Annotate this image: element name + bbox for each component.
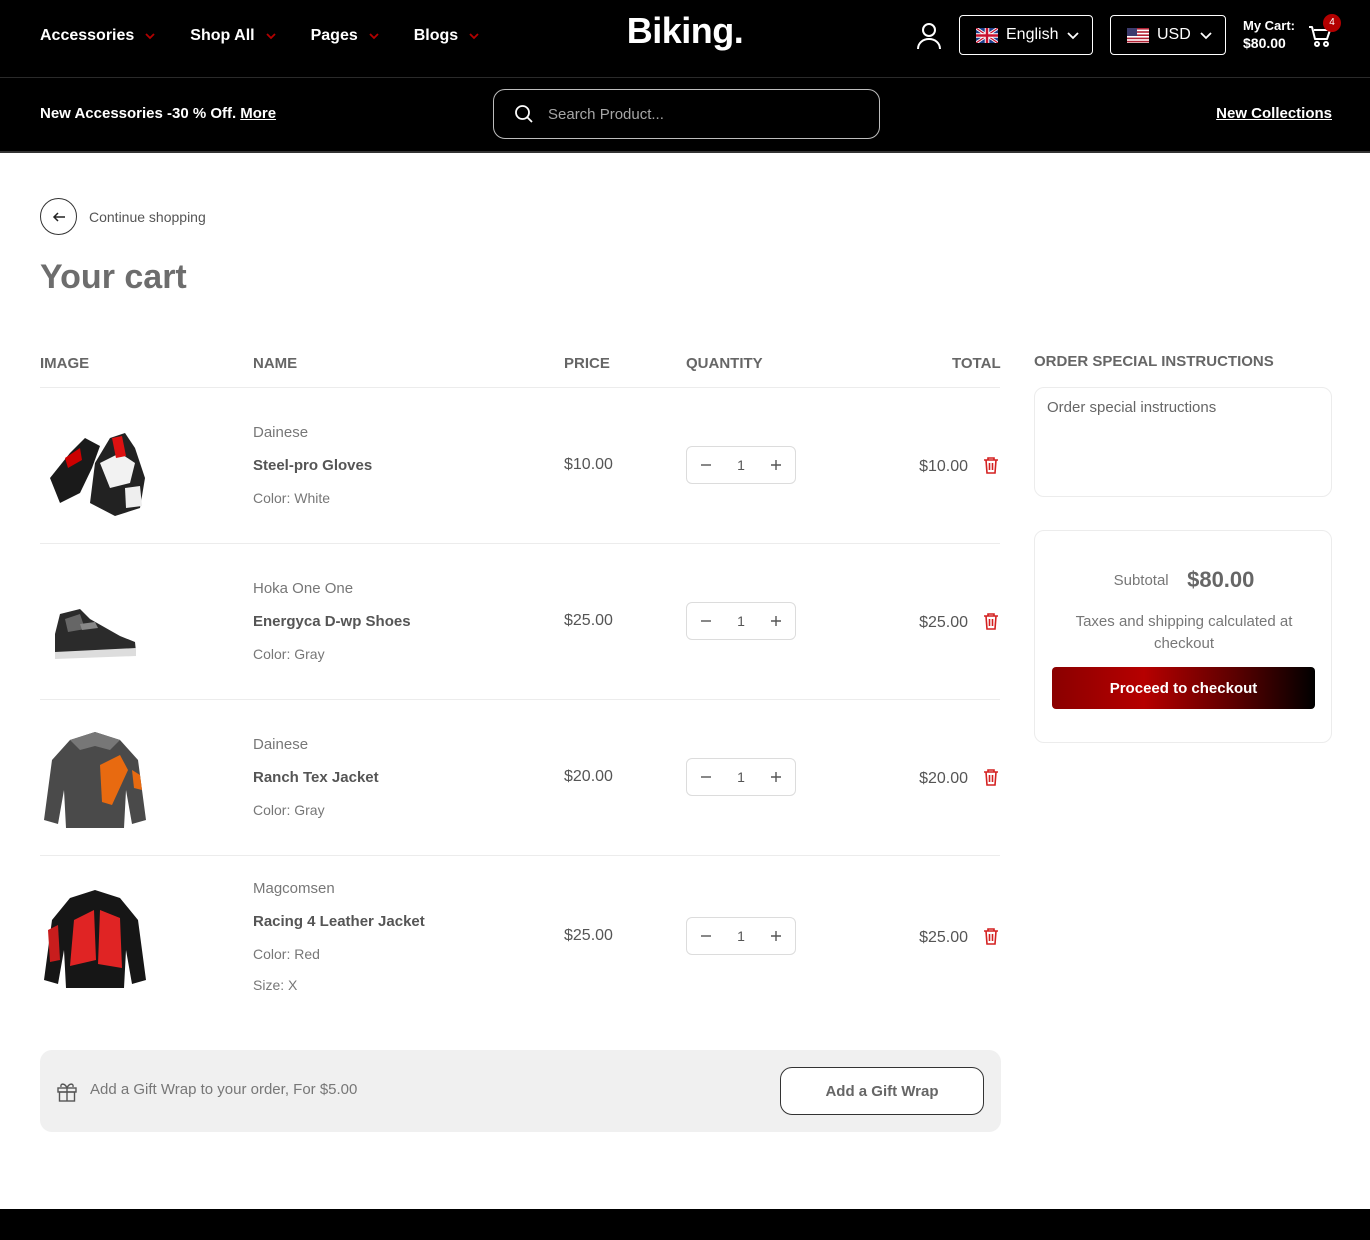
user-icon[interactable]	[916, 22, 942, 50]
trash-icon[interactable]	[982, 927, 1000, 945]
footer	[0, 1209, 1370, 1240]
quantity-value[interactable]: 1	[737, 928, 745, 944]
product-price: $25.00	[564, 927, 613, 944]
product-size: Size: X	[253, 977, 298, 993]
promo-more-link[interactable]: More	[240, 105, 276, 122]
product-price: $10.00	[564, 456, 613, 473]
chevron-down-icon	[469, 33, 479, 40]
instructions-title: ORDER SPECIAL INSTRUCTIONS	[1034, 353, 1274, 370]
cart-summary[interactable]: My Cart: $80.00	[1243, 18, 1295, 52]
minus-icon[interactable]	[699, 614, 713, 628]
col-header-name: NAME	[253, 355, 298, 372]
line-total: $25.00	[919, 614, 968, 631]
product-price: $20.00	[564, 768, 613, 785]
us-flag-icon	[1127, 27, 1149, 43]
table-row: Magcomsen Racing 4 Leather Jacket Color:…	[40, 856, 1000, 1026]
product-image-jacket[interactable]	[40, 720, 152, 832]
product-color: Color: Red	[253, 946, 320, 962]
table-row: Hoka One One Energyca D-wp Shoes Color: …	[40, 544, 1000, 700]
chevron-down-icon	[1200, 32, 1212, 40]
add-gift-wrap-button[interactable]: Add a Gift Wrap	[780, 1067, 984, 1115]
product-color: Color: Gray	[253, 646, 325, 662]
line-total: $10.00	[919, 458, 968, 475]
language-select[interactable]: English	[959, 15, 1093, 55]
page-title: Your cart	[40, 258, 187, 296]
product-brand: Magcomsen	[253, 880, 335, 897]
order-summary: Subtotal $80.00 Taxes and shipping calcu…	[1034, 530, 1332, 743]
product-color: Color: Gray	[253, 802, 325, 818]
cart-count-badge: 4	[1323, 14, 1341, 32]
product-image-leather-jacket[interactable]	[40, 880, 152, 992]
product-brand: Hoka One One	[253, 580, 354, 597]
product-price: $25.00	[564, 612, 613, 629]
plus-icon[interactable]	[769, 614, 783, 628]
product-name[interactable]: Racing 4 Leather Jacket	[253, 913, 425, 930]
quantity-stepper: 1	[686, 446, 796, 484]
product-brand: Dainese	[253, 736, 309, 753]
plus-icon[interactable]	[769, 929, 783, 943]
chevron-down-icon	[1067, 32, 1079, 40]
gift-wrap-text: Add a Gift Wrap to your order, For $5.00	[90, 1081, 358, 1098]
trash-icon[interactable]	[982, 612, 1000, 630]
col-header-quantity: QUANTITY	[686, 355, 763, 372]
search-icon	[515, 105, 533, 123]
trash-icon[interactable]	[982, 456, 1000, 474]
line-total: $20.00	[919, 770, 968, 787]
quantity-stepper: 1	[686, 758, 796, 796]
subtotal-label: Subtotal	[1113, 571, 1169, 589]
quantity-value[interactable]: 1	[737, 613, 745, 629]
new-collections-link[interactable]: New Collections	[1216, 105, 1332, 122]
line-total: $25.00	[919, 929, 968, 946]
table-row: Dainese Steel-pro Gloves Color: White $1…	[40, 388, 1000, 544]
subtotal-row: Subtotal $80.00	[1035, 567, 1333, 593]
currency-select[interactable]: USD	[1110, 15, 1226, 55]
quantity-value[interactable]: 1	[737, 457, 745, 473]
proceed-to-checkout-button[interactable]: Proceed to checkout	[1052, 667, 1315, 709]
quantity-value[interactable]: 1	[737, 769, 745, 785]
product-name[interactable]: Steel-pro Gloves	[253, 457, 372, 474]
product-image-shoes[interactable]	[40, 564, 152, 676]
chevron-down-icon	[369, 33, 379, 40]
gift-icon	[57, 1083, 77, 1102]
minus-icon[interactable]	[699, 929, 713, 943]
promo-banner: New Accessories -30 % Off. More	[40, 105, 277, 122]
table-row: Dainese Ranch Tex Jacket Color: Gray $20…	[40, 700, 1000, 856]
search-box	[493, 89, 880, 139]
chevron-down-icon	[265, 33, 276, 40]
quantity-stepper: 1	[686, 917, 796, 955]
subtotal-amount: $80.00	[1187, 567, 1255, 592]
main-nav: Accessories Shop All Pages Blogs	[40, 0, 514, 72]
trash-icon[interactable]	[982, 768, 1000, 786]
uk-flag-icon	[976, 27, 998, 43]
product-color: Color: White	[253, 490, 331, 506]
continue-shopping-link[interactable]: Continue shopping	[40, 198, 206, 235]
nav-accessories[interactable]: Accessories	[40, 27, 156, 45]
nav-shop-all[interactable]: Shop All	[190, 27, 276, 45]
product-name[interactable]: Energyca D-wp Shoes	[253, 613, 411, 630]
sub-header: New Accessories -30 % Off.More New Colle…	[0, 78, 1370, 153]
product-image-gloves[interactable]	[40, 408, 152, 520]
arrow-left-icon	[52, 211, 65, 222]
gift-wrap-panel: Add a Gift Wrap to your order, For $5.00…	[40, 1050, 1001, 1132]
top-header: Accessories Shop All Pages Blogs Biking.…	[0, 0, 1370, 78]
taxes-note: Taxes and shipping calculated at checkou…	[1075, 613, 1293, 652]
plus-icon[interactable]	[769, 458, 783, 472]
product-brand: Dainese	[253, 424, 309, 441]
quantity-stepper: 1	[686, 602, 796, 640]
product-name[interactable]: Ranch Tex Jacket	[253, 769, 379, 786]
col-header-price: PRICE	[564, 355, 610, 372]
search-input[interactable]	[548, 105, 848, 123]
minus-icon[interactable]	[699, 458, 713, 472]
nav-pages[interactable]: Pages	[311, 27, 380, 45]
col-header-total: TOTAL	[952, 355, 1001, 372]
minus-icon[interactable]	[699, 770, 713, 784]
nav-blogs[interactable]: Blogs	[414, 27, 480, 45]
chevron-down-icon	[145, 33, 155, 40]
order-instructions-input[interactable]	[1034, 387, 1332, 497]
plus-icon[interactable]	[769, 770, 783, 784]
col-header-image: IMAGE	[40, 355, 90, 372]
